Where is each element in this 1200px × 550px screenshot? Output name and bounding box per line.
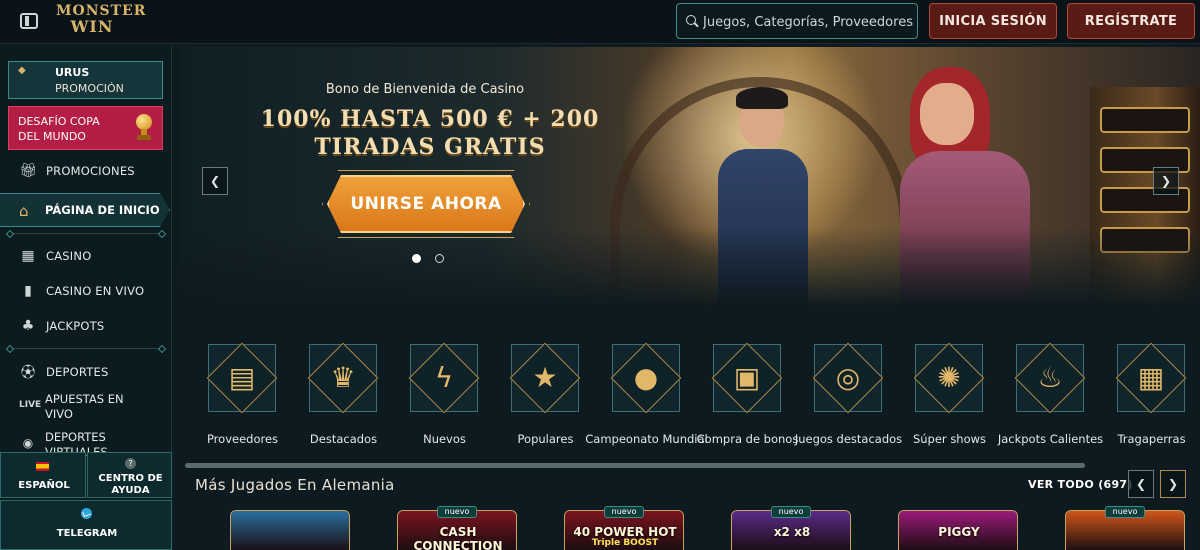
- sidebar-item-label: CASINO EN VIVO: [46, 284, 145, 298]
- search-input[interactable]: [703, 12, 913, 32]
- sidebar-item-casino-en-vivo[interactable]: ▮ CASINO EN VIVO: [0, 276, 171, 306]
- help-center-button[interactable]: ? CENTRO DE AYUDA: [87, 452, 172, 498]
- star-icon: ★: [532, 361, 558, 394]
- flame-icon: ♨: [1037, 361, 1063, 394]
- top-bar: MONSTER WIN INICIA SESIÓN REGÍSTRATE: [0, 0, 1200, 44]
- help-icon: ?: [125, 458, 136, 469]
- urus-logo-icon: ◆: [18, 65, 26, 76]
- clover-icon: ♣: [21, 318, 35, 334]
- telegram-button[interactable]: TELEGRAM: [0, 500, 172, 550]
- soccer-ball-icon: ⚽︎: [21, 365, 35, 381]
- section-prev-arrow-icon[interactable]: ❮: [1128, 470, 1154, 498]
- new-badge: nuevo: [604, 506, 644, 518]
- search-icon: [686, 15, 696, 25]
- hero-prev-arrow-icon[interactable]: ❮: [202, 167, 228, 195]
- hero-next-arrow-icon[interactable]: ❯: [1153, 167, 1179, 195]
- category-proveedores[interactable]: ▤ Proveedores: [180, 340, 280, 460]
- category-destacados[interactable]: ♛ Destacados: [281, 340, 381, 460]
- sidebar-item-inicio[interactable]: ⌂ PÁGINA DE INICIO: [0, 193, 170, 227]
- category-label: Tragaperras: [1117, 432, 1186, 446]
- sidebar-item-apuestas-en-vivo[interactable]: LIVE APUESTAS EN VIVO: [0, 390, 171, 424]
- sidebar-toggle-icon[interactable]: [20, 13, 38, 29]
- sidebar-item-label: JACKPOTS: [46, 319, 105, 333]
- category-juegos-destacados[interactable]: ◎ Juegos destacados: [786, 340, 902, 460]
- logo-line2: WIN: [70, 17, 114, 36]
- register-button[interactable]: REGÍSTRATE: [1067, 3, 1195, 39]
- join-now-button[interactable]: UNIRSE AHORA: [327, 175, 525, 233]
- category-populares[interactable]: ★ Populares: [483, 340, 583, 460]
- category-compra-de-bonos[interactable]: ▣ Compra de bonos: [685, 340, 798, 460]
- hero-subtitle: Bono de Bienvenida de Casino: [325, 82, 525, 97]
- sidebar-item-promociones[interactable]: 🎁︎ PROMOCIONES: [0, 156, 171, 186]
- site-logo[interactable]: MONSTER WIN: [56, 3, 147, 40]
- slot-machine-icon: ▦: [21, 248, 35, 264]
- category-scrollbar[interactable]: [185, 463, 1085, 468]
- game-card[interactable]: [230, 510, 350, 550]
- slot-machine-icon: ▦: [1137, 361, 1165, 394]
- section-title: Más Jugados En Alemania: [195, 476, 395, 494]
- promo-urus-subtitle: PROMOCIÓN: [55, 82, 124, 95]
- logo-line1: MONSTER: [56, 3, 147, 19]
- game-title: 40 POWER HOT: [573, 525, 677, 539]
- sidebar-item-label: APUESTAS EN VIVO: [45, 392, 124, 421]
- live-casino-icon: ▮: [24, 283, 32, 299]
- language-label: ESPAÑOL: [18, 480, 70, 491]
- game-card[interactable]: PIGGY: [898, 510, 1018, 550]
- crown-icon: ♛: [330, 361, 356, 394]
- new-badge: nuevo: [437, 506, 477, 518]
- home-icon: ⌂: [19, 202, 29, 220]
- promo-urus-card[interactable]: ◆ URUS PROMOCIÓN: [8, 61, 163, 99]
- sidebar-item-casino[interactable]: ▦ CASINO: [0, 241, 171, 271]
- wheel-icon: ✺: [937, 361, 961, 394]
- category-strip: ▤ Proveedores ♛ Destacados ϟ Nuevos ★ Populares…: [180, 330, 1200, 460]
- game-title: CASH CONNECTION: [413, 525, 503, 550]
- trophy-icon: [133, 114, 155, 142]
- new-badge: nuevo: [771, 506, 811, 518]
- telegram-icon: [81, 508, 92, 519]
- promo-urus-title: URUS: [55, 66, 90, 79]
- search-box[interactable]: [676, 3, 918, 39]
- game-subtitle: Triple BOOST: [591, 538, 659, 548]
- soccer-ball-icon: ●: [633, 361, 659, 394]
- sidebar-item-label: PROMOCIONES: [46, 164, 135, 178]
- new-badge: nuevo: [1105, 506, 1145, 518]
- language-selector[interactable]: ESPAÑOL: [0, 452, 86, 498]
- slide-dot-active[interactable]: [412, 254, 421, 263]
- spain-flag-icon: [36, 462, 49, 471]
- telegram-label: TELEGRAM: [56, 528, 118, 539]
- category-nuevos[interactable]: ϟ Nuevos: [382, 340, 482, 460]
- book-icon: ▤: [228, 361, 256, 394]
- lightning-icon: ϟ: [434, 361, 454, 394]
- sidebar-item-label: DEPORTES: [46, 365, 109, 379]
- promo-world-cup-card[interactable]: DESAFÍO COPA DEL MUNDO: [8, 106, 163, 150]
- slide-dot[interactable]: [435, 254, 444, 263]
- section-next-arrow-icon[interactable]: ❯: [1160, 470, 1186, 498]
- sidebar-divider: [10, 233, 162, 234]
- hero-title: 100% HASTA 500 € + 200 TIRADAS GRATIS: [260, 106, 600, 160]
- gift-icon: 🎁︎: [19, 163, 37, 179]
- promo-cup-label: DESAFÍO COPA DEL MUNDO: [18, 115, 100, 143]
- sidebar-item-label: CASINO: [46, 249, 92, 263]
- category-campeonato-mundial[interactable]: ● Campeonato Mundial: [584, 340, 708, 460]
- category-tragaperras[interactable]: ▦ Tragaperras: [1089, 340, 1189, 460]
- treasure-chest-icon: ▣: [733, 361, 761, 394]
- sidebar-item-label: PÁGINA DE INICIO: [45, 203, 160, 217]
- see-all-link[interactable]: VER TODO (697): [1028, 478, 1133, 491]
- sidebar-item-deportes[interactable]: ⚽︎ DEPORTES: [0, 357, 171, 387]
- login-button[interactable]: INICIA SESIÓN: [929, 3, 1057, 39]
- game-thumbnail: [231, 511, 349, 550]
- game-title: x2 x8: [773, 525, 811, 539]
- help-center-label: CENTRO DE AYUDA: [98, 473, 163, 496]
- category-súper-shows[interactable]: ✺ Súper shows: [887, 340, 987, 460]
- game-title: PIGGY: [938, 525, 980, 539]
- hero-banner[interactable]: Bono de Bienvenida de Casino 100% HASTA …: [180, 47, 1200, 307]
- category-jackpots-calientes[interactable]: ♨ Jackpots Calientes: [988, 340, 1103, 460]
- live-badge-icon: LIVE: [19, 400, 42, 410]
- virtual-sports-icon: ◉: [22, 436, 34, 450]
- sidebar-item-jackpots[interactable]: ♣ JACKPOTS: [0, 311, 171, 341]
- chip-icon: ◎: [835, 361, 861, 394]
- sidebar-divider: [10, 348, 162, 349]
